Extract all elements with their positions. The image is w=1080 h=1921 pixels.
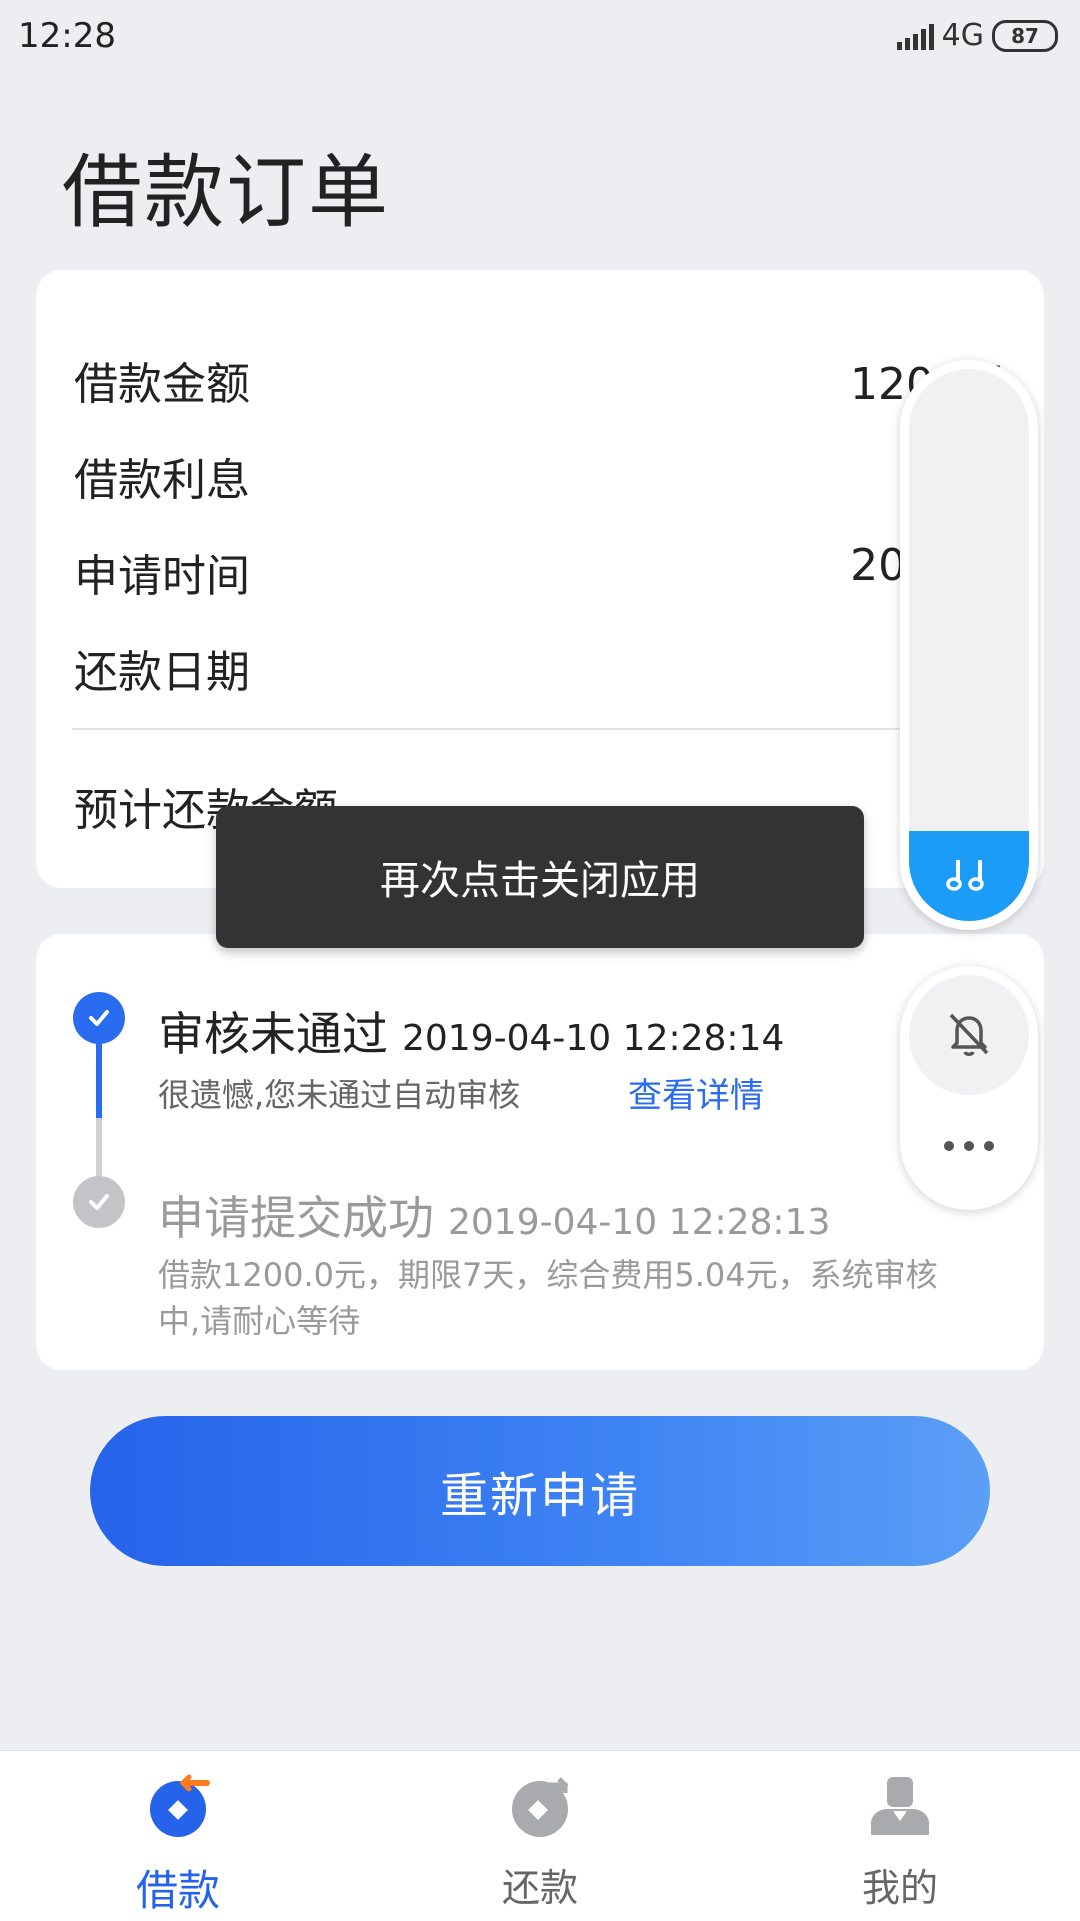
bell-off-icon bbox=[943, 1007, 995, 1063]
event-time: 2019-04-10 12:28:13 bbox=[448, 1202, 831, 1243]
event-description: 很遗憾,您未通过自动审核 bbox=[158, 1076, 521, 1114]
borrow-icon bbox=[150, 1774, 210, 1837]
divider bbox=[72, 728, 1008, 730]
info-label: 借款金额 bbox=[74, 359, 250, 410]
info-row-amount: 借款金额 1200元 bbox=[74, 348, 1006, 412]
volume-track[interactable] bbox=[909, 369, 1029, 921]
page-title: 借款订单 bbox=[62, 146, 390, 239]
mute-button[interactable] bbox=[909, 975, 1029, 1095]
status-indicators: 4G 87 bbox=[896, 18, 1058, 53]
status-time: 12:28 bbox=[18, 16, 116, 56]
status-timeline-card: 审核未通过 2019-04-10 12:28:14 很遗憾,您未通过自动审核 查看… bbox=[36, 934, 1044, 1370]
view-details-link[interactable]: 查看详情 bbox=[628, 1068, 764, 1117]
battery-level: 87 bbox=[1011, 23, 1039, 48]
event-title: 审核未通过 bbox=[158, 1007, 388, 1061]
info-label: 申请时间 bbox=[74, 551, 250, 602]
timeline-event: 申请提交成功 2019-04-10 12:28:13 bbox=[158, 1182, 830, 1248]
order-info-card: 借款金额 1200元 借款利息 5. 申请时间 2019-0 还款日期 预计还款… bbox=[36, 270, 1044, 888]
status-bar: 12:28 4G 87 bbox=[0, 0, 1080, 78]
check-icon bbox=[73, 1176, 125, 1228]
nav-label: 我的 bbox=[861, 1866, 938, 1910]
info-label: 借款利息 bbox=[74, 455, 250, 506]
info-row-interest: 借款利息 5. bbox=[74, 444, 1006, 508]
info-label: 还款日期 bbox=[74, 647, 250, 698]
event-description: 借款1200.0元，期限7天，综合费用5.04元，系统审核 bbox=[158, 1256, 938, 1294]
signal-icon bbox=[896, 22, 934, 50]
battery-icon: 87 bbox=[992, 19, 1058, 52]
network-type: 4G bbox=[941, 18, 984, 53]
music-note-icon bbox=[944, 854, 994, 898]
timeline-connector bbox=[96, 1036, 102, 1118]
info-row-repay-date: 还款日期 bbox=[74, 636, 1006, 700]
nav-label: 借款 bbox=[135, 1866, 220, 1915]
nav-item-repay[interactable]: 还款 bbox=[440, 1751, 640, 1921]
event-time: 2019-04-10 12:28:14 bbox=[402, 1018, 785, 1059]
nav-item-profile[interactable]: 我的 bbox=[800, 1751, 1000, 1921]
nav-label: 还款 bbox=[501, 1866, 578, 1910]
profile-icon bbox=[871, 1777, 929, 1835]
timeline-event: 审核未通过 2019-04-10 12:28:14 bbox=[158, 998, 784, 1064]
toast-message: 再次点击关闭应用 bbox=[216, 806, 864, 948]
quick-controls bbox=[900, 966, 1038, 1210]
more-icon[interactable] bbox=[900, 1116, 1038, 1176]
volume-level bbox=[909, 831, 1029, 921]
volume-slider[interactable] bbox=[900, 360, 1038, 930]
event-title: 申请提交成功 bbox=[158, 1191, 434, 1245]
info-row-apply-time: 申请时间 2019-0 bbox=[74, 540, 1006, 604]
nav-item-borrow[interactable]: 借款 bbox=[78, 1751, 278, 1921]
repay-icon bbox=[512, 1777, 569, 1837]
event-description: 中,请耐心等待 bbox=[158, 1302, 361, 1340]
check-icon bbox=[73, 992, 125, 1044]
reapply-button[interactable]: 重新申请 bbox=[90, 1416, 990, 1566]
bottom-nav: 借款 还款 我的 bbox=[0, 1750, 1080, 1921]
